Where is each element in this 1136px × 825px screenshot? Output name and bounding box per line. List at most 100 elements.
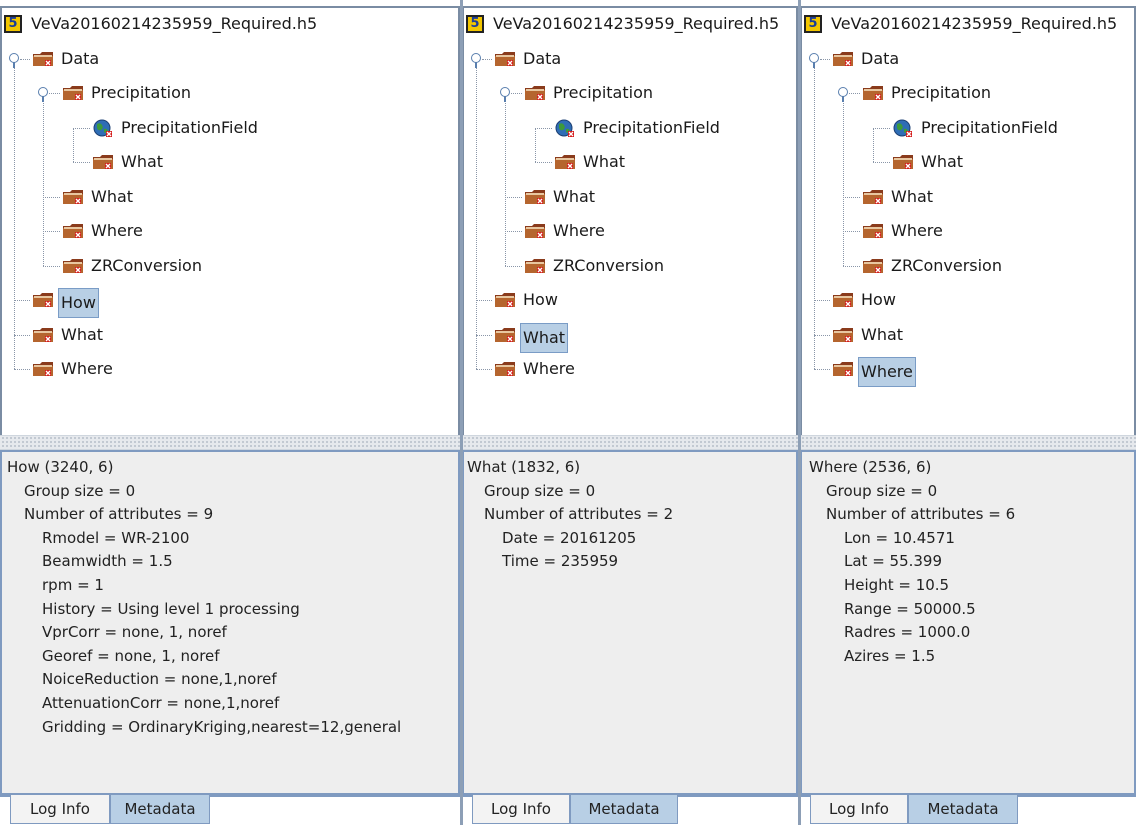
tree-expand-icon[interactable] [38, 87, 48, 102]
tree-connector [43, 265, 60, 267]
tree-node-zrconversion[interactable]: ZRConversion [862, 254, 1005, 278]
tree-node-how[interactable]: How [32, 288, 99, 318]
metadata-header: Where (2536, 6) [809, 458, 932, 476]
tree-connector [843, 99, 844, 266]
tree-expand-icon[interactable] [9, 52, 19, 68]
tree-root-file[interactable]: 5 VeVa20160214235959_Required.h5 [466, 12, 782, 36]
split-pane-divider[interactable] [462, 435, 798, 450]
folder-group-icon [62, 222, 84, 247]
tree-expand-icon[interactable] [500, 87, 510, 102]
tree-node-data-where[interactable]: Where [524, 219, 608, 243]
panel-3: 5 VeVa20160214235959_Required.h5 Data Pre… [800, 0, 1136, 825]
folder-group-icon [32, 360, 54, 385]
image-dataset-icon [554, 119, 576, 146]
tree-node-precipitation-what[interactable]: What [892, 150, 966, 174]
tree-connector [14, 334, 30, 336]
tree-node-zrconversion[interactable]: ZRConversion [524, 254, 667, 278]
tree-node-label: ZRConversion [891, 255, 1002, 275]
tree-node-label: What [861, 324, 904, 344]
tree-connector [843, 196, 860, 198]
metadata-line: Beamwidth = 1.5 [42, 552, 173, 571]
tree-node-where[interactable]: Where [32, 357, 116, 381]
tree-node-label: Data [61, 48, 100, 68]
tree-node-precipitation-what[interactable]: What [92, 150, 166, 174]
tree-node-where[interactable]: Where [494, 357, 578, 381]
metadata-line: Azires = 1.5 [844, 646, 936, 665]
tab-log-info[interactable]: Log Info [10, 795, 110, 824]
tree-node-precipitation-what[interactable]: What [554, 150, 628, 174]
tree-node-precipitation[interactable]: Precipitation [838, 81, 994, 105]
tree-connector [73, 127, 74, 162]
folder-group-icon [92, 153, 114, 178]
tree-connector [14, 64, 15, 369]
tree-connector [482, 58, 492, 60]
tree-connector [505, 231, 522, 232]
folder-group-icon [32, 50, 54, 75]
tree-node-label: VeVa20160214235959_Required.h5 [31, 14, 318, 33]
tree-connector [535, 127, 536, 162]
tree-node-data-where[interactable]: Where [62, 219, 146, 243]
tab-log-info[interactable]: Log Info [472, 795, 570, 824]
tree-node-data-where[interactable]: Where [862, 219, 946, 243]
metadata-text-area[interactable]: How (3240, 6) Group size = 0 Number of att… [0, 450, 460, 795]
tree-connector [476, 300, 492, 301]
tree-node-how[interactable]: How [494, 288, 561, 312]
split-pane-divider[interactable] [0, 435, 460, 450]
tree-connector [535, 127, 552, 129]
tree-node-how[interactable]: How [832, 288, 899, 312]
tree-connector [73, 162, 90, 163]
metadata-line: Number of attributes = 9 [24, 505, 214, 524]
tree-view[interactable]: 5 VeVa20160214235959_Required.h5 Data Pre… [800, 6, 1136, 435]
tab-metadata[interactable]: Metadata [570, 795, 678, 824]
tab-metadata[interactable]: Metadata [908, 795, 1018, 824]
metadata-line: Radres = 1000.0 [844, 623, 971, 642]
tree-node-data-what[interactable]: What [62, 185, 136, 209]
metadata-line: Group size = 0 [24, 481, 136, 500]
tree-node-precipitation-field[interactable]: PrecipitationField [892, 116, 1061, 140]
tree-node-data-what[interactable]: What [862, 185, 936, 209]
metadata-header: How (3240, 6) [7, 458, 114, 476]
tree-connector [73, 127, 90, 129]
tree-node-label: What [520, 322, 569, 353]
tree-node-data[interactable]: Data [471, 47, 564, 71]
folder-group-icon [524, 257, 546, 282]
metadata-line: Date = 20161205 [502, 528, 637, 547]
tree-connector [820, 58, 830, 60]
tree-connector [535, 162, 552, 163]
tree-node-data-what[interactable]: What [524, 185, 598, 209]
tree-node-what[interactable]: What [832, 323, 906, 347]
tree-expand-icon[interactable] [471, 52, 481, 68]
metadata-line: Number of attributes = 2 [484, 505, 674, 524]
tree-node-precipitation-field[interactable]: PrecipitationField [92, 116, 261, 140]
tree-expand-icon[interactable] [838, 87, 848, 102]
tree-node-what[interactable]: What [494, 322, 569, 353]
tree-node-data[interactable]: Data [809, 47, 902, 71]
tree-view[interactable]: 5 VeVa20160214235959_Required.h5 Data Pre… [462, 6, 798, 435]
tree-root-file[interactable]: 5 VeVa20160214235959_Required.h5 [4, 12, 320, 36]
tab-log-info[interactable]: Log Info [810, 795, 908, 824]
hdf5-file-icon: 5 [466, 15, 484, 33]
tab-metadata[interactable]: Metadata [110, 795, 210, 824]
metadata-text-area[interactable]: What (1832, 6) Group size = 0 Number of at… [462, 450, 798, 795]
tree-node-label: PrecipitationField [121, 117, 258, 137]
tree-node-precipitation-field[interactable]: PrecipitationField [554, 116, 723, 140]
tree-node-label: PrecipitationField [583, 117, 720, 137]
folder-group-icon [832, 326, 854, 351]
bottom-tab-bar: Log Info Metadata [462, 795, 798, 825]
tree-node-data[interactable]: Data [9, 47, 102, 71]
folder-group-icon [892, 153, 914, 178]
tree-root-file[interactable]: 5 VeVa20160214235959_Required.h5 [804, 12, 1120, 36]
tree-connector [814, 334, 830, 336]
tree-node-what[interactable]: What [32, 323, 106, 347]
tree-view[interactable]: 5 VeVa20160214235959_Required.h5 Data Pre… [0, 6, 460, 435]
split-pane-divider[interactable] [800, 435, 1136, 450]
tree-node-precipitation[interactable]: Precipitation [38, 81, 194, 105]
metadata-text-area[interactable]: Where (2536, 6) Group size = 0 Number of a… [800, 450, 1136, 795]
tree-node-where[interactable]: Where [832, 357, 916, 387]
tree-node-precipitation[interactable]: Precipitation [500, 81, 656, 105]
tree-node-zrconversion[interactable]: ZRConversion [62, 254, 205, 278]
tree-connector [814, 369, 830, 370]
tree-node-label: Where [523, 359, 575, 378]
tree-expand-icon[interactable] [809, 52, 819, 68]
tree-connector [476, 369, 492, 370]
